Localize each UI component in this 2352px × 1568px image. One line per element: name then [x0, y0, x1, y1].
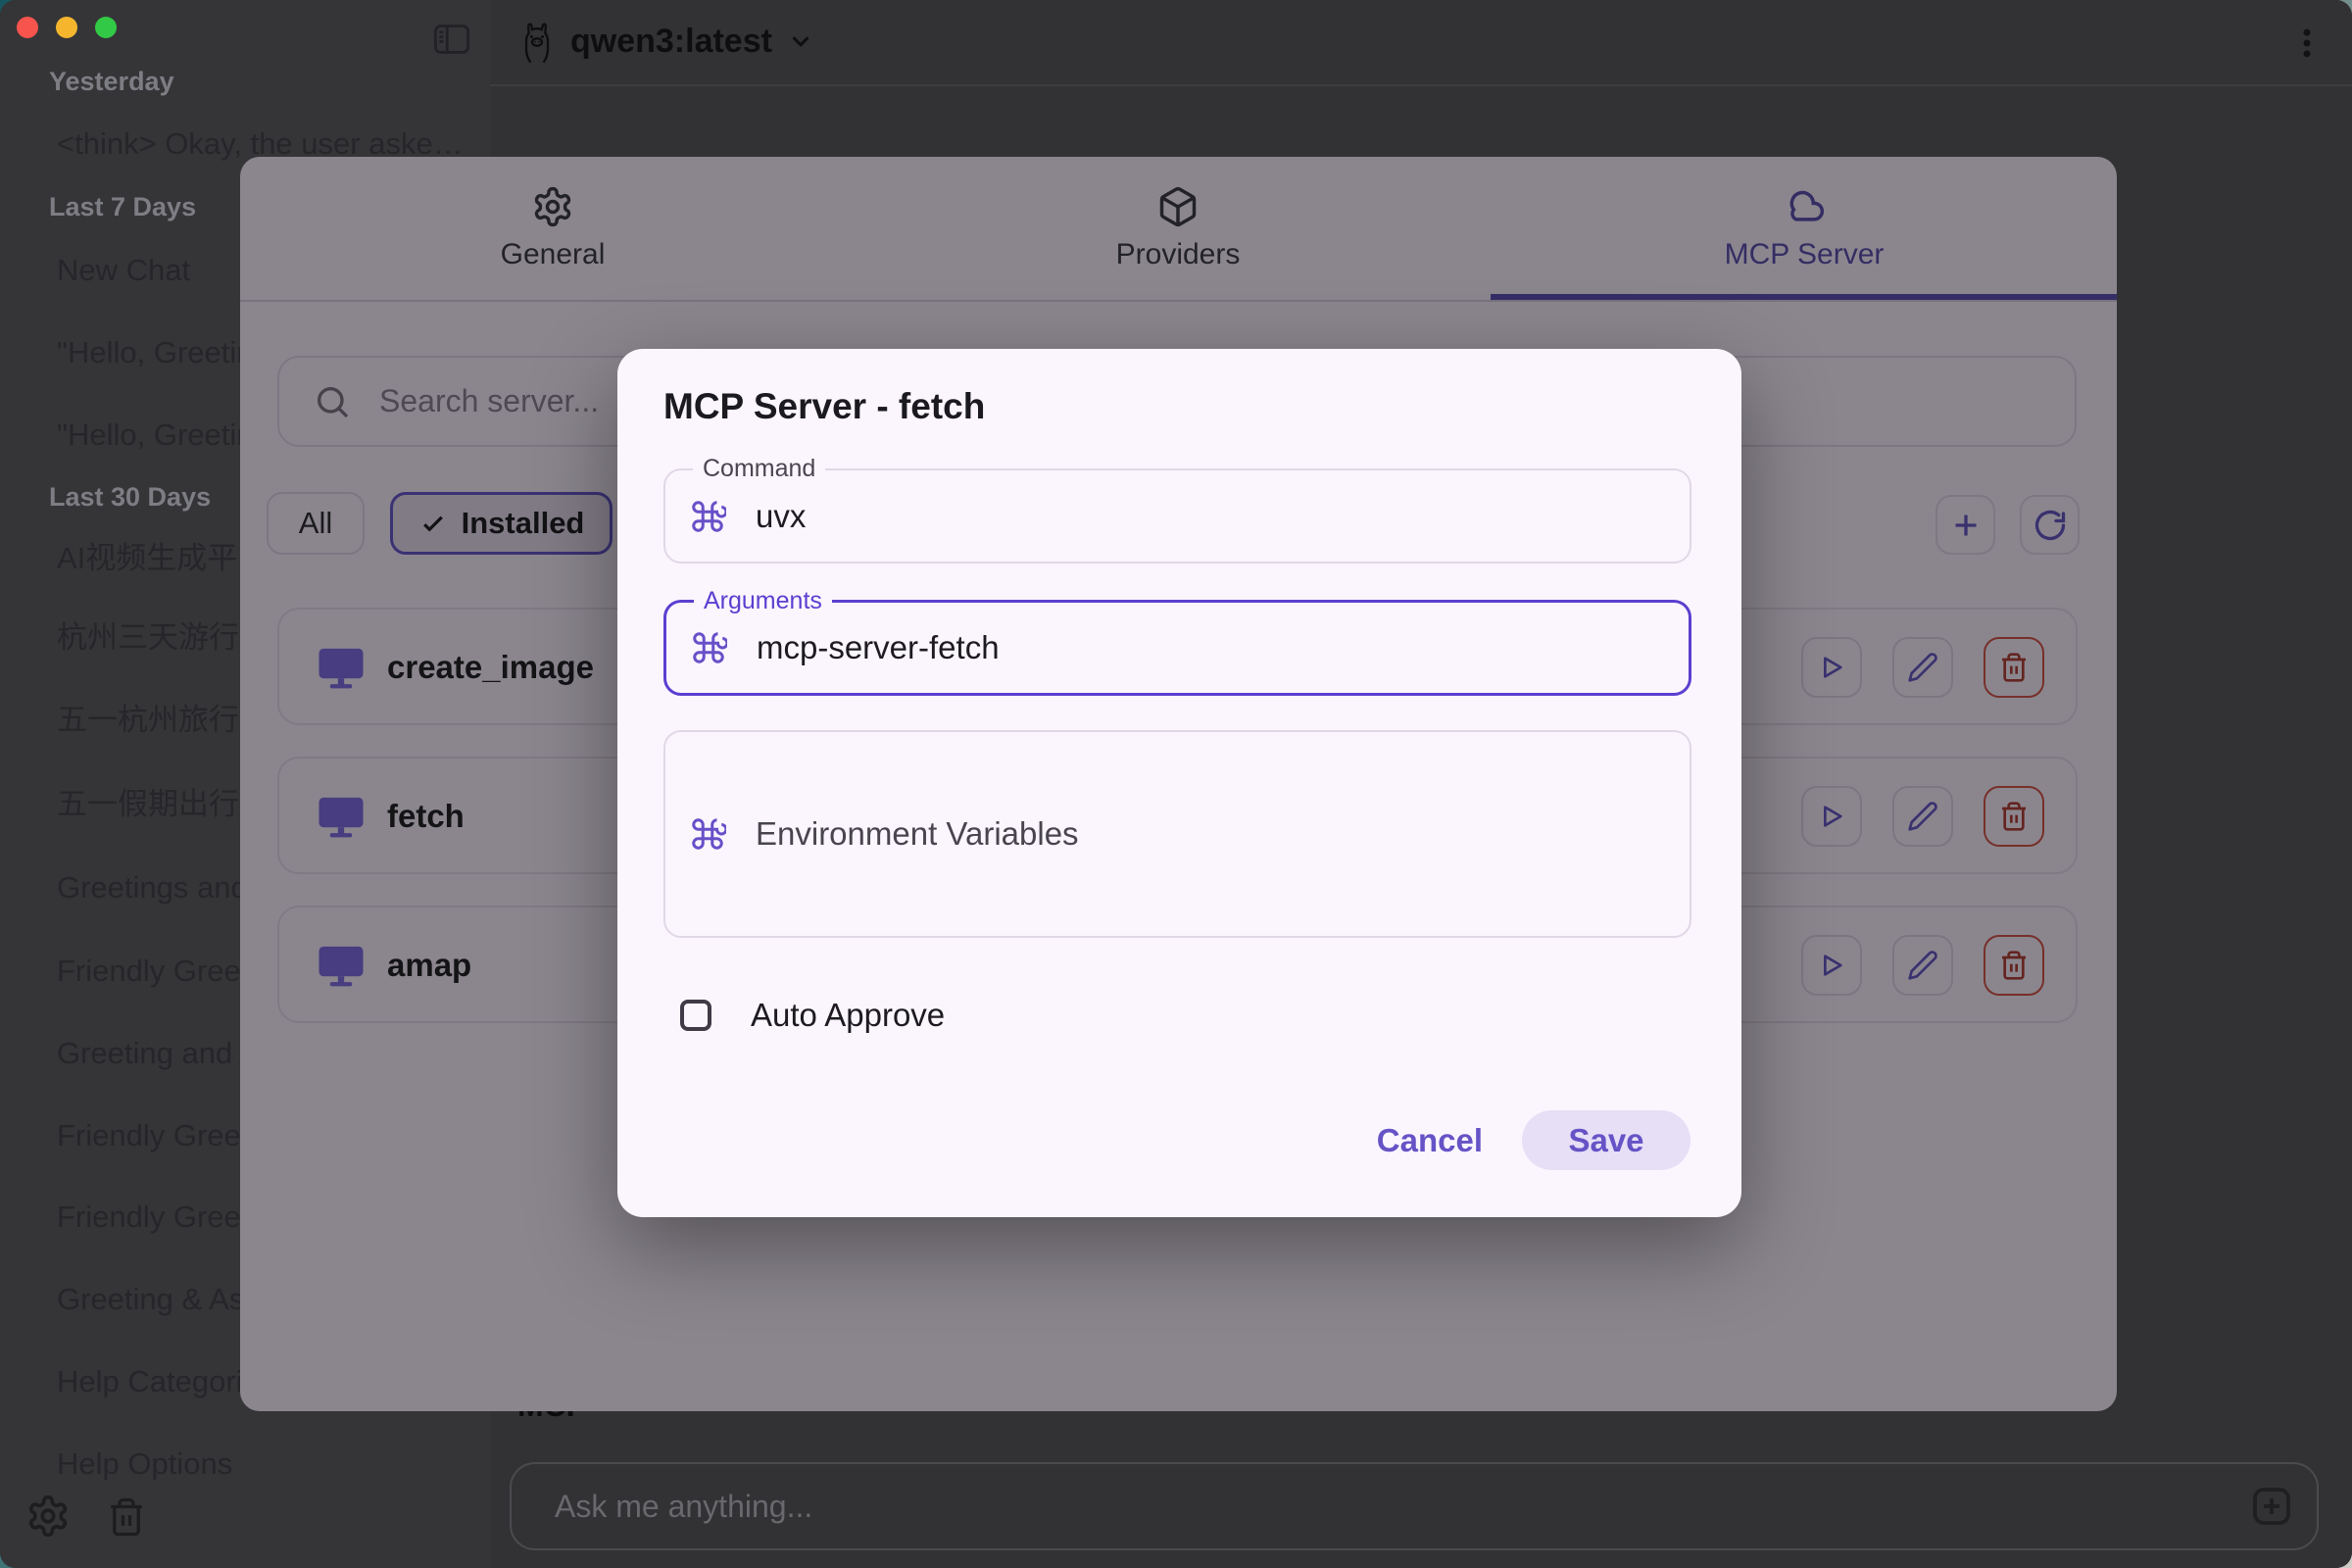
refresh-servers-button[interactable] — [2020, 495, 2080, 555]
pencil-icon — [1907, 950, 1938, 981]
edit-server-button[interactable] — [1892, 637, 1953, 698]
edit-server-button[interactable] — [1892, 935, 1953, 996]
delete-server-button[interactable] — [1984, 786, 2044, 847]
command-key-icon — [689, 498, 726, 535]
auto-approve-label: Auto Approve — [751, 996, 945, 1035]
pencil-icon — [1907, 652, 1938, 683]
trash-icon — [1998, 801, 2030, 832]
run-server-button[interactable] — [1801, 637, 1862, 698]
play-icon — [1816, 801, 1847, 832]
filter-installed-label: Installed — [462, 506, 585, 541]
chat-input[interactable]: Ask me anything... — [510, 1462, 2319, 1550]
filter-installed-button[interactable]: Installed — [390, 492, 612, 555]
delete-server-button[interactable] — [1984, 637, 2044, 698]
tab-mcp-server[interactable]: MCP Server — [1492, 157, 2117, 300]
desktop: Yesterday <think> Okay, the user aske… L… — [0, 0, 2352, 1568]
trash-icon — [1998, 950, 2030, 981]
window-close-button[interactable] — [17, 17, 38, 38]
environment-variables-field[interactable]: Environment Variables — [663, 730, 1691, 938]
chat-input-placeholder: Ask me anything... — [555, 1489, 812, 1525]
filter-all-button[interactable]: All — [267, 492, 365, 555]
sidebar-item[interactable]: AI视频生成平台 — [57, 539, 268, 578]
edit-server-button[interactable] — [1892, 786, 1953, 847]
play-icon — [1816, 950, 1847, 981]
cancel-button[interactable]: Cancel — [1377, 1122, 1483, 1159]
play-icon — [1816, 652, 1847, 683]
header-divider — [490, 84, 2352, 86]
tab-general-label: General — [501, 238, 606, 271]
check-icon — [418, 509, 448, 538]
model-selector[interactable]: qwen3:latest — [517, 16, 815, 67]
command-key-icon — [689, 815, 726, 853]
run-server-button[interactable] — [1801, 786, 1862, 847]
refresh-icon — [2033, 508, 2068, 543]
dialog-actions: Cancel Save — [1377, 1110, 1690, 1170]
chevron-down-icon — [786, 26, 815, 56]
model-name: qwen3:latest — [570, 23, 772, 61]
search-placeholder: Search server... — [379, 383, 599, 419]
llama-icon — [517, 16, 557, 67]
auto-approve-checkbox[interactable] — [680, 1000, 711, 1031]
dialog-title: MCP Server - fetch — [663, 386, 985, 427]
tab-providers[interactable]: Providers — [865, 157, 1491, 300]
monitor-icon — [315, 641, 368, 694]
monitor-icon — [315, 790, 368, 843]
plus-icon — [1948, 508, 1984, 543]
sidebar-section-header: Yesterday — [49, 62, 174, 101]
run-server-button[interactable] — [1801, 935, 1862, 996]
command-value: uvx — [756, 498, 806, 535]
server-name: create_image — [387, 649, 594, 686]
window-minimize-button[interactable] — [56, 17, 77, 38]
sidebar-section-header: Last 30 Days — [49, 477, 211, 516]
sidebar-toggle-icon[interactable] — [433, 24, 470, 55]
tab-general[interactable]: General — [240, 157, 865, 300]
cloud-icon — [1781, 185, 1828, 228]
package-icon — [1156, 185, 1200, 228]
sidebar-item[interactable]: 杭州三天游行程 — [57, 618, 270, 658]
sidebar-item[interactable]: Help Options — [57, 1445, 232, 1484]
tab-providers-label: Providers — [1116, 238, 1241, 271]
sidebar-item-new-chat[interactable]: New Chat — [57, 251, 190, 290]
search-icon — [313, 382, 352, 421]
add-server-button[interactable] — [1936, 495, 1995, 555]
filter-all-label: All — [299, 506, 332, 541]
delete-server-button[interactable] — [1984, 935, 2044, 996]
trash-icon[interactable] — [106, 1496, 147, 1538]
trash-icon — [1998, 652, 2030, 683]
command-key-icon — [690, 629, 727, 666]
arguments-value: mcp-server-fetch — [757, 629, 1000, 666]
save-button[interactable]: Save — [1522, 1110, 1690, 1170]
tab-mcp-server-label: MCP Server — [1725, 238, 1885, 271]
monitor-icon — [315, 939, 368, 992]
environment-variables-placeholder: Environment Variables — [756, 815, 1079, 853]
mcp-server-edit-dialog: MCP Server - fetch Command uvx Arguments — [617, 349, 1741, 1217]
pencil-icon — [1907, 801, 1938, 832]
settings-gear-icon[interactable] — [25, 1494, 71, 1539]
overflow-menu-icon[interactable] — [2287, 22, 2327, 65]
command-field[interactable]: Command uvx — [663, 468, 1691, 564]
server-name: amap — [387, 947, 471, 984]
window-zoom-button[interactable] — [95, 17, 117, 38]
server-name: fetch — [387, 798, 465, 835]
app-window: Yesterday <think> Okay, the user aske… L… — [0, 0, 2352, 1568]
arguments-field[interactable]: Arguments mcp-server-fetch — [663, 600, 1691, 696]
gear-icon — [531, 185, 574, 228]
tabs-divider — [240, 300, 2117, 302]
sidebar-section-header: Last 7 Days — [49, 187, 196, 226]
attach-plus-icon[interactable] — [2248, 1483, 2295, 1530]
